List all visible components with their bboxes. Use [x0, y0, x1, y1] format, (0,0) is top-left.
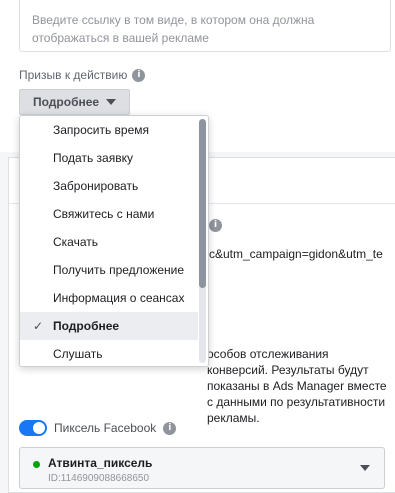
menu-item[interactable]: Слушать	[20, 340, 198, 366]
menu-item[interactable]: ✓ Подробнее	[20, 312, 198, 340]
info-icon[interactable]: i	[132, 68, 146, 82]
caret-down-icon	[360, 465, 370, 471]
menu-item-label: Подробнее	[53, 319, 120, 333]
menu-scrollbar-thumb[interactable]	[199, 119, 206, 288]
call-to-action-menu: Запросить время Подать заявку Забронироват…	[19, 115, 209, 367]
menu-scrollbar[interactable]	[199, 119, 206, 363]
menu-item-label: Скачать	[53, 235, 98, 249]
call-to-action-dropdown-button[interactable]: Подробнее	[19, 89, 131, 115]
menu-item[interactable]: Получить предложение	[20, 256, 198, 284]
pixel-status-dot	[33, 461, 40, 468]
call-to-action-label: Призыв к действию i	[19, 68, 146, 82]
menu-item[interactable]: Информация о сеансах	[20, 284, 198, 312]
call-to-action-label-text: Призыв к действию	[19, 68, 128, 82]
pixel-info-icon[interactable]: i	[163, 421, 177, 435]
menu-item[interactable]: Подать заявку	[20, 144, 198, 172]
facebook-pixel-toggle-label: Пиксель Facebook	[54, 421, 157, 435]
url-parameters-info-icon[interactable]: i	[209, 219, 222, 232]
menu-item-label: Получить предложение	[53, 263, 185, 277]
call-to-action-selected-value: Подробнее	[33, 95, 100, 109]
call-to-action-options: Запросить время Подать заявку Забронироват…	[20, 116, 198, 366]
menu-item-label: Информация о сеансах	[53, 291, 185, 305]
facebook-pixel-toggle-row: Пиксель Facebook i	[19, 420, 177, 436]
url-parameters-value[interactable]: c&utm_campaign=gidon&utm_te	[209, 247, 383, 261]
menu-item[interactable]: Запросить время	[20, 116, 198, 144]
menu-item[interactable]: Забронировать	[20, 172, 198, 200]
facebook-pixel-toggle[interactable]	[19, 420, 47, 436]
caret-down-icon	[106, 99, 117, 105]
check-icon: ✓	[33, 319, 44, 333]
menu-item-label: Слушать	[53, 347, 103, 361]
pixel-name: Атвинта_пиксель	[48, 456, 153, 470]
menu-item[interactable]: Скачать	[20, 228, 198, 256]
menu-item-label: Свяжитесь с нами	[53, 207, 155, 221]
menu-item[interactable]: Свяжитесь с нами	[20, 200, 198, 228]
pixel-id: ID:1146909088668650	[48, 473, 150, 484]
menu-item-label: Забронировать	[53, 179, 139, 193]
website-url-input[interactable]: Введите ссылку в том виде, в котором она…	[19, 0, 391, 52]
menu-item-label: Запросить время	[53, 123, 150, 137]
menu-item-label: Подать заявку	[53, 151, 133, 165]
pixel-select-dropdown[interactable]: Атвинта_пиксель ID:1146909088668650	[19, 447, 385, 489]
